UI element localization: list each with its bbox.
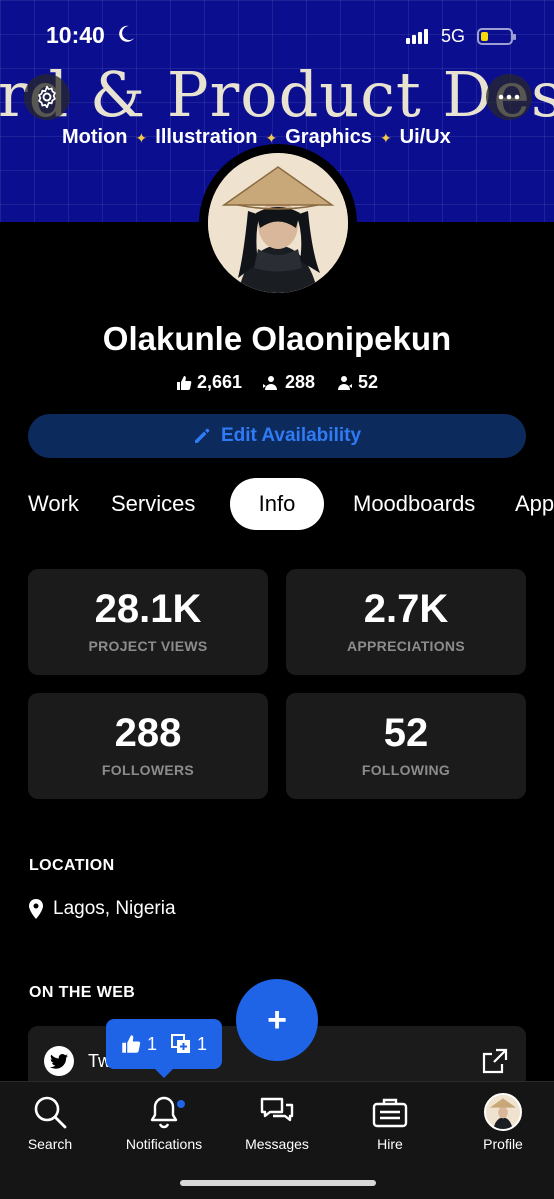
home-indicator [180,1180,376,1186]
tooltip-adds-count: 1 [197,1033,208,1054]
tab-services[interactable]: Services [111,478,195,530]
location-title: LOCATION [29,857,115,874]
nav-label: Hire [377,1136,403,1152]
stat-label: FOLLOWING [361,762,451,778]
more-options-button[interactable] [486,74,532,120]
stat-label: PROJECT VIEWS [88,638,208,654]
profile-avatar[interactable] [208,153,348,293]
nav-label: Notifications [125,1136,203,1152]
banner-subtitle-item: Ui/Ux [399,126,451,148]
followers-count: 288 [284,372,316,392]
project-views-card: 28.1K PROJECT VIEWS [28,569,268,675]
create-fab-button[interactable]: + [236,979,318,1061]
moon-icon [116,24,136,50]
network-type: 5G [441,26,466,46]
tooltip-adds: 1 [171,1034,207,1055]
banner-subtitle-item: Graphics [285,126,372,148]
on-the-web-title: ON THE WEB [29,984,136,1001]
separator-star: ✦ [379,130,392,146]
location-row: Lagos, Nigeria [29,898,176,920]
stat-value: 2.7K [363,587,449,631]
following-icon [338,375,353,390]
gear-icon [38,85,56,109]
tab-info[interactable]: Info [230,478,324,530]
activity-tooltip[interactable]: 1 1 [106,1019,222,1078]
tab-work[interactable]: Work [28,478,79,530]
profile-name: Olakunle Olaonipekun [102,320,452,357]
chat-icon [260,1097,294,1122]
banner-subtitle-item: Illustration [155,126,258,148]
following-card[interactable]: 52 FOLLOWING [286,693,526,799]
thumbs-up-icon [122,1035,141,1053]
location-pin-icon [29,899,43,919]
external-link-icon [482,1048,508,1074]
settings-button[interactable] [24,74,70,120]
twitter-icon [44,1046,74,1076]
appreciations-stat: 2,661 [176,372,242,393]
bell-icon [150,1096,178,1129]
signal-icon [406,28,432,44]
search-icon [34,1096,67,1129]
stat-value: 52 [383,711,429,755]
thumbs-up-icon [176,375,192,390]
following-stat[interactable]: 52 [335,372,378,393]
followers-icon [262,375,277,390]
followers-card[interactable]: 288 FOLLOWERS [28,693,268,799]
appreciations-card: 2.7K APPRECIATIONS [286,569,526,675]
banner-subtitle-item: Motion [62,126,128,148]
edit-availability-button[interactable]: Edit Availability [28,414,526,458]
profile-avatar-ring [199,144,357,302]
nav-label: Search [27,1136,73,1152]
notification-dot [177,1100,185,1108]
nav-search[interactable]: Search [0,1092,105,1152]
separator-star: ✦ [135,130,148,146]
status-bar: 10:40 5G [0,22,554,52]
tooltip-likes-count: 1 [146,1033,157,1054]
battery-icon [477,28,516,45]
tab-app[interactable]: App [515,478,554,530]
avatar [484,1093,522,1131]
nav-label: Messages [245,1136,309,1152]
briefcase-icon [372,1098,408,1128]
nav-messages[interactable]: Messages [222,1092,332,1152]
stat-value: 28.1K [94,587,202,631]
followers-stat[interactable]: 288 [262,372,315,393]
stat-value: 288 [114,711,182,755]
tab-moodboards[interactable]: Moodboards [353,478,475,530]
banner-subtitle: Motion ✦ Illustration ✦ Graphics ✦ Ui/Ux [62,126,451,149]
more-icon [498,94,520,100]
profile-tabs: Work Services Info Moodboards App [0,478,554,530]
add-to-collection-icon [171,1034,190,1053]
location-value: Lagos, Nigeria [53,898,176,919]
stat-label: FOLLOWERS [101,762,195,778]
nav-profile[interactable]: Profile [448,1092,554,1152]
tooltip-likes: 1 [121,1034,157,1055]
following-count: 52 [358,372,379,392]
nav-notifications[interactable]: Notifications [109,1092,219,1152]
edit-availability-label: Edit Availability [220,425,362,446]
pencil-icon [194,428,210,443]
status-time: 10:40 [46,22,105,48]
nav-hire[interactable]: Hire [335,1092,445,1152]
appreciations-count: 2,661 [196,372,242,392]
nav-label: Profile [483,1136,523,1152]
profile-stats: 2,661 288 52 [0,372,554,393]
plus-icon: + [267,1000,287,1039]
banner-title: ard & Product Design [0,58,554,131]
stat-label: APPRECIATIONS [347,638,465,654]
